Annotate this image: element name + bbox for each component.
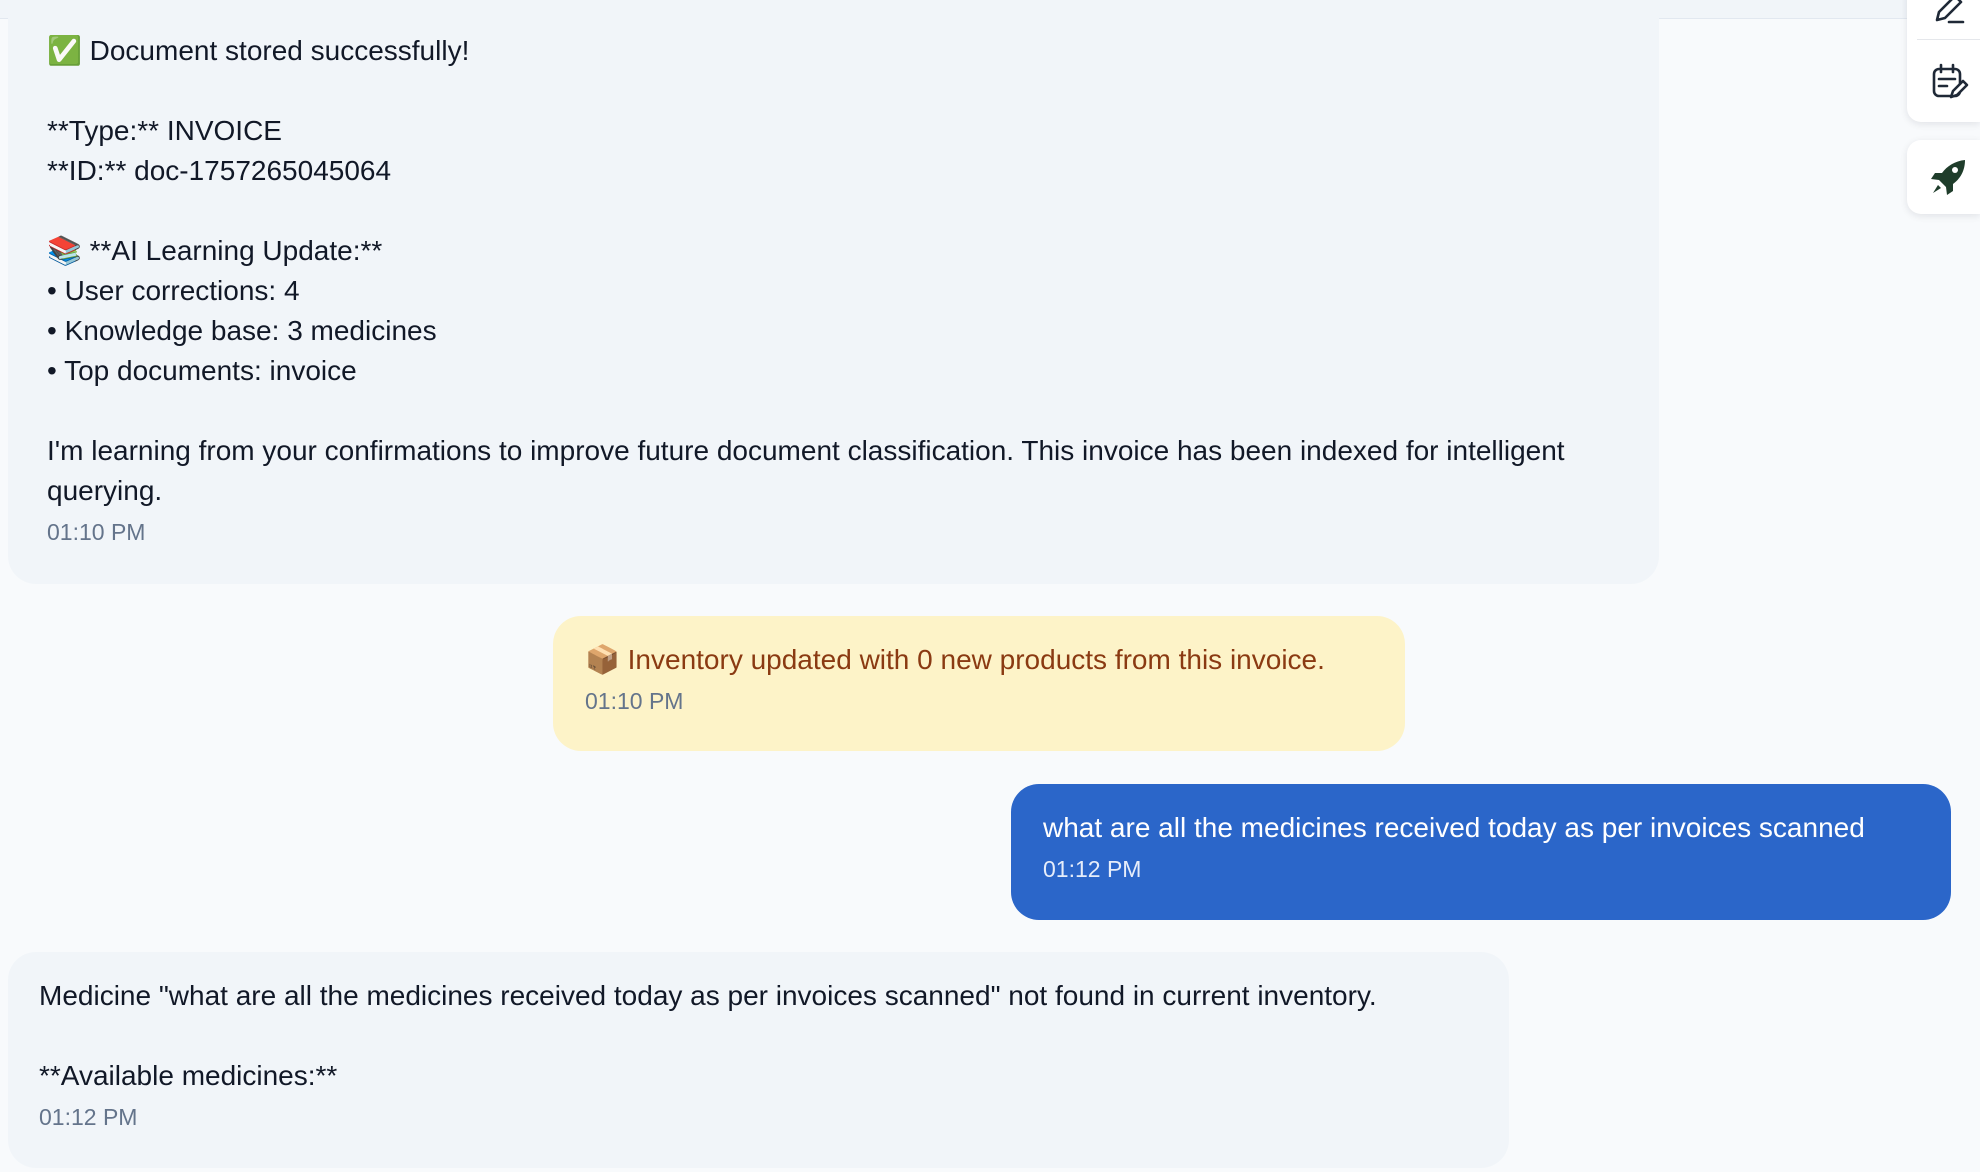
side-toolbar-action <box>1907 140 1980 214</box>
message-text: what are all the medicines received toda… <box>1043 812 1865 843</box>
calendar-edit-icon[interactable] <box>1929 62 1969 102</box>
message-timestamp: 01:10 PM <box>47 519 146 545</box>
message-text: Medicine "what are all the medicines rec… <box>39 980 1377 1091</box>
message-timestamp: 01:12 PM <box>39 1104 138 1130</box>
user-message: what are all the medicines received toda… <box>1011 784 1951 920</box>
message-text: 📦 Inventory updated with 0 new products … <box>585 644 1325 675</box>
assistant-message: ✅ Document stored successfully! **Type:*… <box>8 0 1659 584</box>
chat-thread: ✅ Document stored successfully! **Type:*… <box>0 0 1980 1172</box>
rocket-icon[interactable] <box>1929 157 1969 197</box>
assistant-message: Medicine "what are all the medicines rec… <box>8 952 1509 1168</box>
message-timestamp: 01:12 PM <box>1043 856 1142 882</box>
side-toolbar <box>1907 0 1980 122</box>
edit-pen-icon[interactable] <box>1929 0 1969 30</box>
toolbar-divider <box>1917 39 1980 40</box>
message-timestamp: 01:10 PM <box>585 688 684 714</box>
system-notice-message: 📦 Inventory updated with 0 new products … <box>553 616 1405 751</box>
message-text: ✅ Document stored successfully! **Type:*… <box>47 35 1565 506</box>
